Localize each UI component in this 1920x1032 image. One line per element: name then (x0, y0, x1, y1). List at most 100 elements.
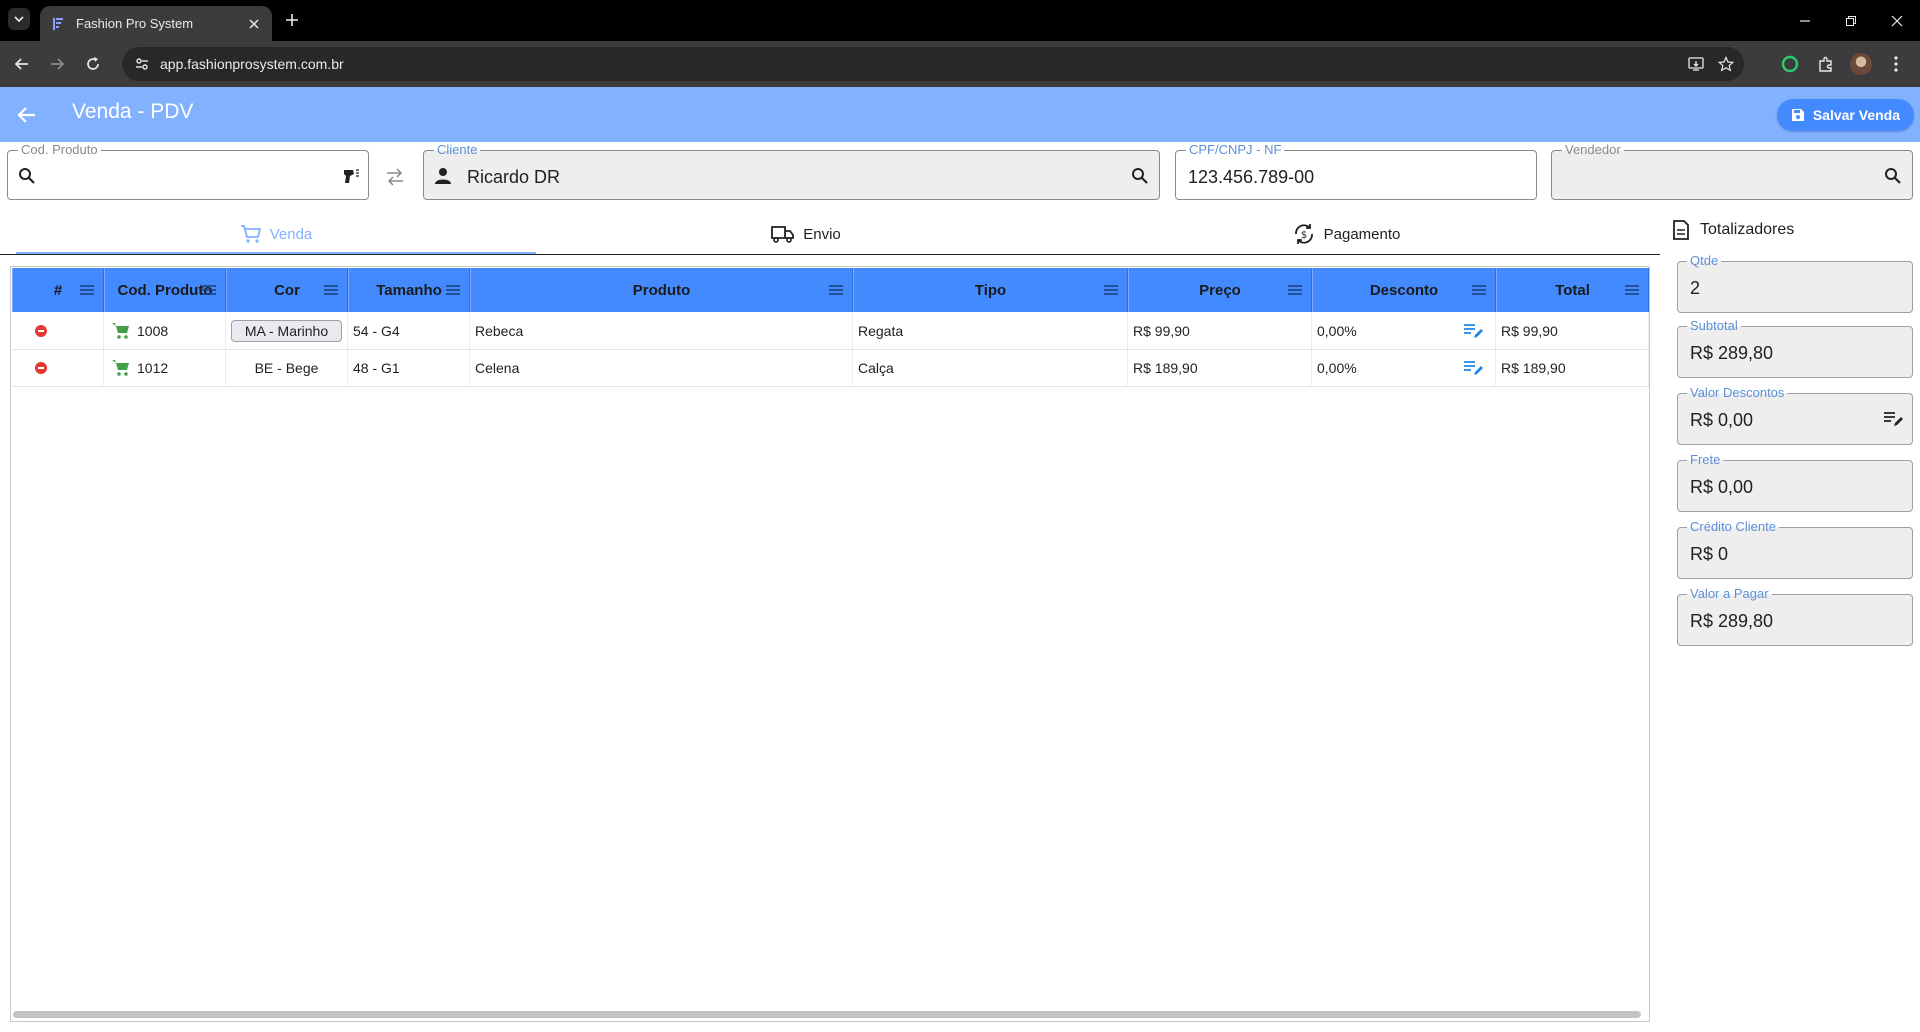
tab-pagamento[interactable]: $ Pagamento (1076, 214, 1616, 254)
browser-tab-bar: Fashion Pro System (0, 0, 1920, 41)
browser-tab[interactable]: Fashion Pro System (40, 6, 272, 41)
swap-arrows-icon[interactable] (383, 165, 407, 189)
tab-envio-label: Envio (803, 225, 841, 243)
page-title: Venda - PDV (72, 100, 194, 123)
browser-menu-icon[interactable] (1884, 52, 1908, 76)
column-label: Tipo (974, 281, 1007, 299)
subtotal-value: R$ 289,80 (1690, 343, 1774, 363)
cell-desconto: 0,00% (1312, 350, 1496, 386)
column-header-cod-produto[interactable]: Cod. Produto (104, 268, 226, 312)
column-label: Cod. Produto (117, 281, 213, 299)
restore-button[interactable] (1828, 0, 1874, 41)
color-chip[interactable]: MA - Marinho (230, 320, 343, 342)
amount-to-pay-value: R$ 289,80 (1690, 611, 1774, 631)
row-remove-cell (12, 313, 104, 349)
new-tab-button[interactable] (282, 10, 302, 30)
client-label: Cliente (434, 143, 481, 157)
column-menu-icon[interactable] (79, 282, 95, 298)
cell-cor: BE - Bege (226, 350, 348, 386)
close-window-button[interactable] (1874, 0, 1920, 41)
column-menu-icon[interactable] (323, 282, 339, 298)
browser-back-button[interactable] (10, 52, 34, 76)
save-sale-button[interactable]: Salvar Venda (1776, 99, 1914, 131)
profile-avatar[interactable] (1850, 53, 1872, 75)
grid-header: # Cod. Produto Cor Tamanho Produto Tipo … (12, 268, 1649, 312)
tabs-divider (0, 254, 1660, 255)
discounts-field: Valor Descontos R$ 0,00 (1677, 386, 1913, 445)
cpf-cnpj-label: CPF/CNPJ - NF (1186, 143, 1285, 157)
discount-value: 0,00% (1317, 323, 1357, 339)
client-field[interactable]: Cliente Ricardo DR (423, 143, 1160, 200)
frete-label: Frete (1687, 453, 1724, 467)
tab-title: Fashion Pro System (76, 16, 194, 31)
column-label: # (53, 281, 63, 299)
column-menu-icon[interactable] (828, 282, 844, 298)
column-header-tamanho[interactable]: Tamanho (348, 268, 470, 312)
search-client-icon[interactable] (1129, 165, 1151, 187)
install-app-icon[interactable] (1688, 56, 1704, 72)
product-code-label: Cod. Produto (18, 143, 101, 157)
tab-venda[interactable]: Venda (16, 214, 536, 255)
column-header-desconto[interactable]: Desconto (1312, 268, 1496, 312)
column-menu-icon[interactable] (445, 282, 461, 298)
column-header-total[interactable]: Total (1496, 268, 1649, 312)
cell-produto: Celena (470, 350, 853, 386)
reload-button[interactable] (81, 52, 105, 76)
remove-item-icon[interactable] (35, 362, 47, 374)
cpf-cnpj-field[interactable]: CPF/CNPJ - NF 123.456.789-00 (1175, 143, 1537, 200)
remove-item-icon[interactable] (35, 325, 47, 337)
column-menu-icon[interactable] (1471, 282, 1487, 298)
address-bar[interactable]: app.fashionprosystem.com.br (122, 47, 1744, 81)
save-icon (1791, 109, 1804, 121)
table-row[interactable]: 1012 BE - Bege 48 - G1 Celena Calça R$ 1… (12, 350, 1649, 387)
edit-discount-icon[interactable] (1463, 322, 1483, 340)
barcode-scanner-icon[interactable] (340, 165, 362, 187)
svg-text:$: $ (1300, 230, 1306, 241)
edit-discount-icon[interactable] (1463, 359, 1483, 377)
arrow-left-icon (17, 107, 35, 123)
product-code-value: 1008 (137, 323, 169, 339)
column-menu-icon[interactable] (1103, 282, 1119, 298)
client-value[interactable]: Ricardo DR (467, 167, 560, 188)
cpf-cnpj-value[interactable]: 123.456.789-00 (1188, 167, 1314, 188)
minimize-button[interactable] (1782, 0, 1828, 41)
column-header-tipo[interactable]: Tipo (853, 268, 1128, 312)
column-header-preco[interactable]: Preço (1128, 268, 1312, 312)
column-header-cor[interactable]: Cor (226, 268, 348, 312)
column-menu-icon[interactable] (1287, 282, 1303, 298)
discount-value: 0,00% (1317, 360, 1357, 376)
browser-forward-button[interactable] (45, 52, 69, 76)
back-button[interactable] (14, 102, 40, 128)
arrow-right-icon (51, 58, 65, 70)
tab-envio[interactable]: Envio (536, 214, 1076, 254)
column-header-index[interactable]: # (12, 268, 104, 312)
plus-icon (286, 14, 298, 26)
cell-tipo: Calça (853, 350, 1128, 386)
product-code-field[interactable]: Cod. Produto (7, 143, 369, 200)
table-row[interactable]: 1008 MA - Marinho 54 - G4 Rebeca Regata … (12, 313, 1649, 350)
bookmark-star-icon[interactable] (1718, 56, 1734, 72)
extension-grammar-icon[interactable] (1778, 52, 1802, 76)
discounts-value: R$ 0,00 (1690, 410, 1754, 430)
extensions-puzzle-icon[interactable] (1814, 52, 1838, 76)
column-menu-icon[interactable] (1624, 282, 1640, 298)
column-label: Preço (1199, 281, 1241, 299)
edit-discount-total-icon[interactable] (1882, 409, 1904, 429)
horizontal-scrollbar[interactable] (13, 1011, 1641, 1018)
credit-label: Crédito Cliente (1687, 520, 1779, 534)
close-tab-icon[interactable] (246, 16, 262, 32)
column-menu-icon[interactable] (201, 282, 217, 298)
product-code-value: 1012 (137, 360, 169, 376)
truck-icon (771, 226, 795, 243)
column-label: Tamanho (376, 281, 442, 299)
person-icon (432, 165, 454, 187)
cell-cod-produto: 1012 (104, 350, 226, 386)
tab-search-button[interactable] (8, 8, 30, 30)
site-info-icon[interactable] (134, 56, 150, 72)
search-seller-icon[interactable] (1882, 165, 1904, 187)
browser-toolbar: app.fashionprosystem.com.br (0, 41, 1920, 87)
column-header-produto[interactable]: Produto (470, 268, 853, 312)
cart-icon (240, 225, 261, 243)
seller-field[interactable]: Vendedor (1551, 143, 1913, 200)
cell-total: R$ 99,90 (1496, 313, 1649, 349)
